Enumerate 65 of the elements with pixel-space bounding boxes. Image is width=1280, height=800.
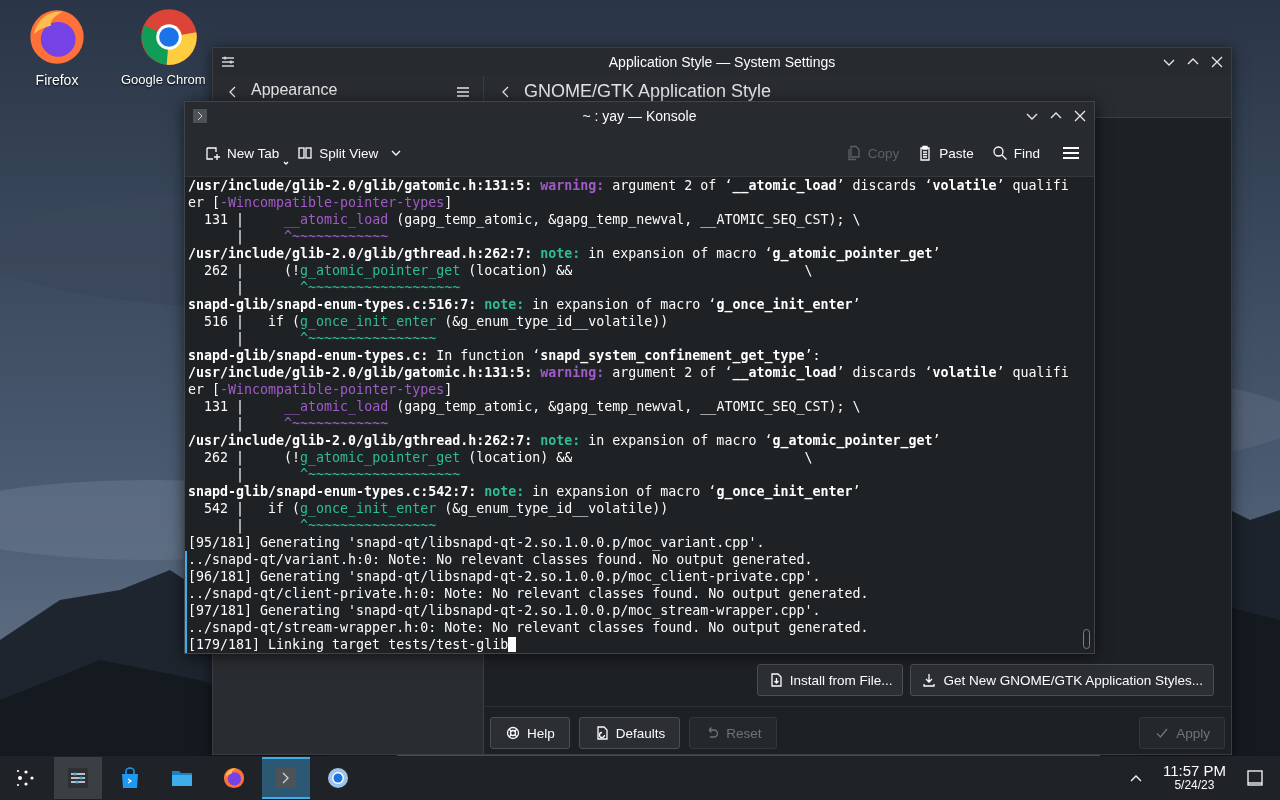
terminal-line: snapd-glib/snapd-enum-types.c: In function ‘snapd_system_confinement_get_type’: <box>187 347 822 364</box>
settings-icon <box>220 54 236 70</box>
footer-button[interactable]: Help <box>490 717 570 749</box>
terminal-line: | ^~~~~~~~~~~~~ <box>235 415 390 432</box>
sidebar-title: Appearance <box>251 81 339 99</box>
action-button[interactable]: Install from File... <box>756 664 904 696</box>
terminal-line: [97/181] Generating 'snapd-qt/libsnapd-qt-2.so.1.0.0.p/moc_stream-wrapper.cpp'. <box>185 602 1080 619</box>
terminal-line: 131 | __atomic_load (gapg_temp_atomic, &gapg_temp_newval, __ATOMIC_SEQ_CST); \ <box>203 398 862 415</box>
terminal-icon <box>192 108 208 124</box>
lifebuoy-icon <box>505 725 521 741</box>
taskbar-item[interactable] <box>54 757 102 799</box>
terminal-line: /usr/include/glib-2.0/glib/gatomic.h:131:5: warning: argument 2 of ‘__atomic_load’ discards ‘volatile’ qualifi <box>187 364 1070 381</box>
show-desktop-icon[interactable] <box>1246 769 1264 787</box>
action-button[interactable]: Get New GNOME/GTK Application Styles... <box>910 664 1214 696</box>
browser-icon <box>327 767 349 789</box>
footer-button[interactable]: Defaults <box>578 717 681 749</box>
terminal-line: ../snapd-qt/client-private.h:0: Note: No relevant classes found. No output generated. <box>185 585 1080 602</box>
split-view-icon <box>297 145 314 161</box>
menu-icon[interactable] <box>1062 144 1080 162</box>
terminal-line: 262 | (!g_atomic_pointer_get (location) && \ <box>203 449 814 466</box>
desktop-icon-label[interactable]: Google Chrom <box>121 72 206 87</box>
terminal-line: er [-Wincompatible-pointer-types] <box>187 381 454 398</box>
search-icon <box>991 145 1008 161</box>
settings-icon <box>67 767 89 789</box>
terminal-line: | ^~~~~~~~~~~~~~~~~~~~ <box>235 279 462 296</box>
download-icon <box>921 672 938 688</box>
copy-icon <box>845 145 862 161</box>
terminal-line: 131 | __atomic_load (gapg_temp_atomic, &gapg_temp_newval, __ATOMIC_SEQ_CST); \ <box>203 211 862 228</box>
terminal-line: | ^~~~~~~~~~~~~~~~~ <box>235 517 438 534</box>
browser-icon <box>223 767 245 789</box>
terminal-line: /usr/include/glib-2.0/glib/gthread.h:262:7: note: in expansion of macro ‘g_atomic_pointer_get’ <box>187 432 942 449</box>
terminal-line: | ^~~~~~~~~~~~~~~~~ <box>235 330 438 347</box>
close-icon[interactable] <box>1072 108 1088 124</box>
caret-icon <box>283 160 290 166</box>
toolbar-button[interactable]: Paste <box>911 138 980 168</box>
new-tab-icon <box>205 145 221 161</box>
toolbar-button[interactable]: Find <box>985 138 1046 168</box>
text-cursor <box>508 637 517 652</box>
browser-icon[interactable] <box>140 8 198 66</box>
browser-icon[interactable] <box>28 8 86 66</box>
terminal-line: | ^~~~~~~~~~~~~ <box>235 228 390 245</box>
terminal-icon <box>275 767 297 789</box>
terminal-line: /usr/include/glib-2.0/glib/gthread.h:262:7: note: in expansion of macro ‘g_atomic_pointer_get’ <box>187 245 942 262</box>
menu-icon[interactable] <box>455 84 471 100</box>
terminal-line: 516 | if (g_once_init_enter (&g_enum_type_id__volatile)) <box>203 313 670 330</box>
toolbar-button[interactable]: Split View <box>291 138 409 168</box>
terminal-line: | ^~~~~~~~~~~~~~~~~~~~ <box>235 466 462 483</box>
terminal-line: [179/181] Linking target tests/test-glib <box>185 636 1080 653</box>
desktop-icon-label[interactable]: Firefox <box>35 72 79 88</box>
terminal-line: [96/181] Generating 'snapd-qt/libsnapd-qt-2.so.1.0.0.p/moc_client-private.cpp'. <box>185 568 1080 585</box>
window-title: ~ : yay — Konsole <box>582 108 697 124</box>
clock[interactable]: 11:57 PM 5/24/23 <box>1162 763 1226 793</box>
terminal-line: /usr/include/glib-2.0/glib/gatomic.h:131:5: warning: argument 2 of ‘__atomic_load’ discards ‘volatile’ qualifi <box>187 177 1070 194</box>
page-title: GNOME/GTK Application Style <box>524 81 772 102</box>
terminal-line: ../snapd-qt/variant.h:0: Note: No relevant classes found. No output generated. <box>185 551 1080 568</box>
terminal-line: snapd-glib/snapd-enum-types.c:542:7: note: in expansion of macro ‘g_once_init_enter’ <box>187 483 862 500</box>
shopping-bag-icon <box>119 767 141 789</box>
window-title: Application Style — System Settings <box>608 54 836 70</box>
terminal-line: 262 | (!g_atomic_pointer_get (location) && \ <box>203 262 814 279</box>
terminal-line: er [-Wincompatible-pointer-types] <box>187 194 454 211</box>
terminal-line: snapd-glib/snapd-enum-types.c:516:7: note: in expansion of macro ‘g_once_init_enter’ <box>187 296 862 313</box>
close-icon[interactable] <box>1209 54 1225 70</box>
terminal-line: 542 | if (g_once_init_enter (&g_enum_type_id__volatile)) <box>203 500 670 517</box>
terminal-line: [95/181] Generating 'snapd-qt/libsnapd-qt-2.so.1.0.0.p/moc_variant.cpp'. <box>187 534 766 551</box>
toolbar-button[interactable]: New Tab <box>199 138 286 168</box>
